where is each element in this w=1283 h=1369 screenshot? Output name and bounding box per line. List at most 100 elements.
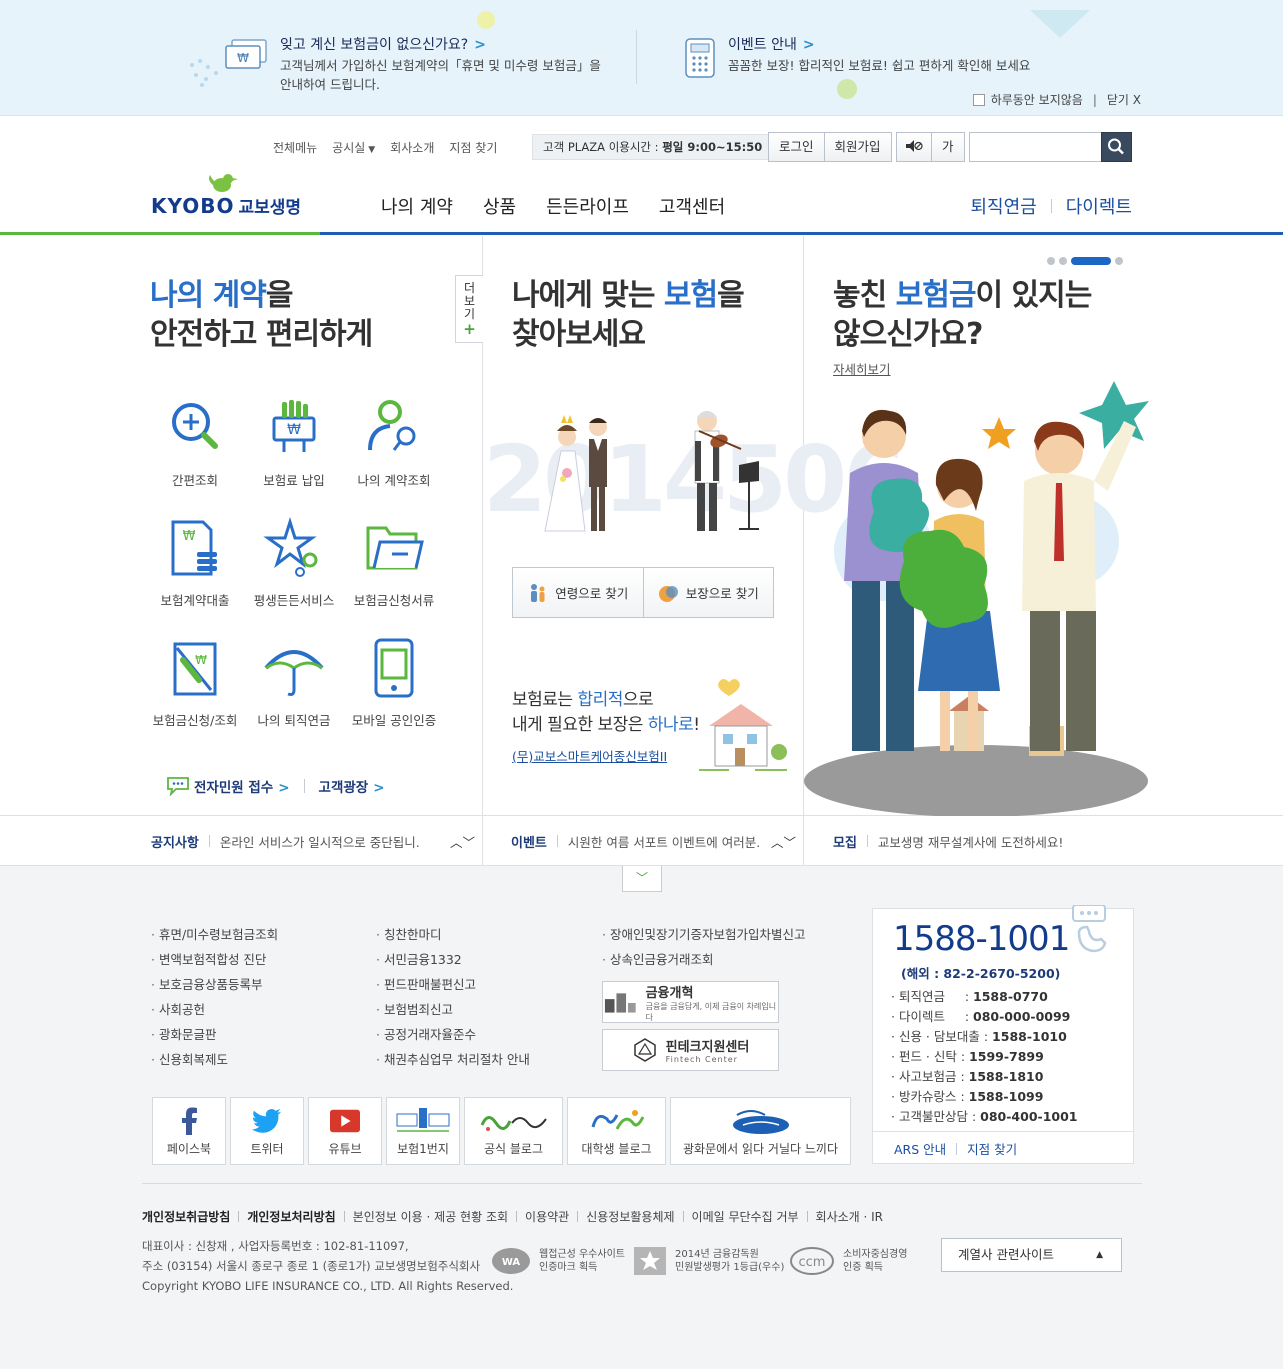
more-tab-button[interactable]: 더 보 기 +: [455, 275, 483, 343]
footer-link[interactable]: 서민금융1332: [376, 947, 530, 972]
service-contract-inquiry[interactable]: 나의 계약조회: [344, 396, 444, 489]
plus-icon: +: [463, 320, 476, 338]
smart-care-product-link[interactable]: (무)교보스마트케어종신보험II: [512, 746, 667, 765]
service-mobile-cert[interactable]: 모바일 공인인증: [344, 636, 444, 729]
call-item-label: 사고보험금: [898, 1069, 957, 1084]
find-by-coverage-button[interactable]: 보장으로 찾기: [642, 568, 774, 617]
footer-link[interactable]: 보험범죄신고: [376, 997, 530, 1022]
footer-link[interactable]: 칭찬한마디: [376, 922, 530, 947]
notice-text[interactable]: 온라인 서비스가 일시적으로 중단됩니.: [220, 832, 420, 851]
facebook-link[interactable]: 페이스북: [152, 1097, 226, 1165]
nav-customer-center[interactable]: 고객센터: [659, 193, 725, 219]
youtube-link[interactable]: 유튜브: [308, 1097, 382, 1165]
nav-direct[interactable]: 다이렉트: [1066, 193, 1132, 219]
footer-link[interactable]: 휴면/미수령보험금조회: [151, 922, 278, 947]
gwanghwamun-link[interactable]: 광화문에서 읽다 거닐다 느끼다: [670, 1097, 851, 1165]
join-button[interactable]: 회원가입: [824, 132, 892, 162]
footer-link[interactable]: 장애인및장기기증자보험가입차별신고: [602, 922, 806, 947]
service-my-pension[interactable]: 나의 퇴직연금: [244, 636, 344, 729]
family-site-select[interactable]: 계열사 관련사이트 ▲: [941, 1238, 1122, 1272]
notice-label[interactable]: 이벤트: [511, 832, 547, 851]
service-claim-documents[interactable]: 보험금신청서류: [344, 516, 444, 609]
notice-text[interactable]: 교보생명 재무설계사에 도전하세요!: [878, 832, 1063, 851]
policy-link[interactable]: 회사소개 · IR: [816, 1208, 883, 1225]
footer-link[interactable]: 펀드판매불편신고: [376, 972, 530, 997]
official-blog-link[interactable]: 공식 블로그: [464, 1097, 563, 1165]
hide-today-checkbox[interactable]: [972, 93, 985, 106]
policy-link[interactable]: 이용약관: [525, 1208, 569, 1225]
policy-link[interactable]: 본인정보 이용 · 제공 현황 조회: [353, 1208, 508, 1225]
social-links: 페이스북 트위터 유튜브 보험1번지 공식 블로그 대학생 블로그 광화문에서 …: [152, 1097, 851, 1165]
search-button[interactable]: [1101, 132, 1132, 162]
cert-text: 민원발생평가 1등급(우수): [675, 1262, 785, 1273]
slide-dot-3-active[interactable]: [1071, 257, 1111, 265]
branch-finder-footer-link[interactable]: 지점 찾기: [967, 1139, 1017, 1158]
font-size-button[interactable]: 가: [932, 132, 965, 162]
service-lifetime[interactable]: 평생든든서비스: [244, 516, 344, 609]
chevron-up-icon[interactable]: ︿: [450, 832, 463, 851]
separator: [556, 835, 558, 847]
chevron-down-icon[interactable]: ﹀: [463, 832, 476, 851]
service-premium-payment[interactable]: ₩ 보험료 납입: [244, 396, 344, 489]
separator: [682, 1211, 684, 1222]
chevron-down-icon[interactable]: ﹀: [784, 832, 797, 851]
twitter-link[interactable]: 트위터: [230, 1097, 304, 1165]
footer-toggle-button[interactable]: ﹀: [622, 866, 662, 892]
footer-link[interactable]: 공정거래자율준수: [376, 1022, 530, 1047]
notice-scroll-arrows[interactable]: ︿ ﹀: [450, 816, 475, 866]
policy-link[interactable]: 개인정보처리방침: [247, 1208, 335, 1225]
slide-dot-4[interactable]: [1115, 257, 1123, 265]
chevron-right-icon: >: [373, 780, 385, 796]
fintech-center-banner[interactable]: 핀테크지원센터 Fintech Center: [602, 1029, 779, 1071]
footer-link[interactable]: 변액보험적합성 진단: [151, 947, 278, 972]
chevron-up-icon[interactable]: ︿: [771, 832, 784, 851]
slide-dot-2[interactable]: [1059, 257, 1067, 265]
login-button[interactable]: 로그인: [768, 132, 825, 162]
branch-finder-link[interactable]: 지점 찾기: [449, 139, 497, 156]
search-input[interactable]: [969, 132, 1102, 162]
notice-text[interactable]: 시원한 여름 서포트 이벤트에 여러분.: [568, 832, 760, 851]
footer-link[interactable]: 사회공헌: [151, 997, 278, 1022]
ars-guide-link[interactable]: ARS 안내: [894, 1139, 946, 1158]
customer-plaza-link[interactable]: 고객광장 >: [319, 776, 385, 796]
footer-link[interactable]: 신용회복제도: [151, 1047, 278, 1072]
title-line2: 않으신가요?: [833, 317, 983, 352]
promo-text: 보험료는 합리적으로 내게 필요한 보장은 하나로!: [512, 688, 700, 738]
policy-link[interactable]: 이메일 무단수집 거부: [692, 1208, 799, 1225]
sound-off-button[interactable]: [896, 132, 932, 162]
footer-link[interactable]: 채권추심업무 처리절차 안내: [376, 1047, 530, 1072]
cert-text: 인증마크 획득: [539, 1262, 598, 1273]
nav-life[interactable]: 든든라이프: [546, 193, 629, 219]
find-by-age-button[interactable]: 연령으로 찾기: [513, 568, 643, 617]
hide-today-label[interactable]: 하루동안 보지않음: [991, 91, 1083, 108]
policy-link[interactable]: 개인정보취급방침: [142, 1208, 230, 1225]
service-quick-lookup[interactable]: 간편조회: [145, 396, 245, 489]
notice-label[interactable]: 공지사항: [151, 832, 199, 851]
finance-reform-banner[interactable]: 금융개혁 금융을 금융답게, 이제 금융이 차례입니다: [602, 981, 779, 1023]
policy-link[interactable]: 신용정보활용체제: [586, 1208, 674, 1225]
nav-products[interactable]: 상품: [483, 193, 516, 219]
social-label: 페이스북: [166, 1142, 212, 1156]
notice-label[interactable]: 모집: [833, 832, 857, 851]
footer-link[interactable]: 상속인금융거래조회: [602, 947, 805, 972]
event-scroll-arrows[interactable]: ︿ ﹀: [771, 816, 796, 866]
nav-my-contract[interactable]: 나의 계약: [381, 193, 453, 219]
service-claim-request[interactable]: ₩ 보험금신청/조회: [145, 636, 245, 729]
slide-dot-1[interactable]: [1047, 257, 1055, 265]
more-tab-char: 보: [463, 294, 476, 308]
banner-close-button[interactable]: 닫기 X: [1107, 91, 1141, 108]
all-menu-link[interactable]: 전체메뉴: [273, 139, 317, 156]
kyobo-logo[interactable]: KYOBO 교보생명: [151, 172, 311, 218]
footer-link[interactable]: 보호금융상품등록부: [151, 972, 278, 997]
disclosure-link[interactable]: 공시실 ▼: [332, 139, 375, 156]
e-civil-complaint-link[interactable]: 전자민원 접수 >: [194, 776, 290, 796]
nav-retirement-pension[interactable]: 퇴직연금: [971, 193, 1037, 219]
ccm-cert: ccm 소비자중심경영 인증 획득: [789, 1246, 907, 1276]
company-intro-link[interactable]: 회사소개: [390, 139, 434, 156]
student-blog-link[interactable]: 대학생 블로그: [567, 1097, 666, 1165]
product-panel-title: 나에게 맞는 보험을 찾아보세요: [512, 276, 745, 354]
insurance-first-link[interactable]: 보험1번지: [386, 1097, 460, 1165]
plaza-hours-label: 고객 PLAZA 이용시간 :: [543, 140, 663, 154]
service-policy-loan[interactable]: ₩ 보험계약대출: [145, 516, 245, 609]
footer-link[interactable]: 광화문글판: [151, 1022, 278, 1047]
